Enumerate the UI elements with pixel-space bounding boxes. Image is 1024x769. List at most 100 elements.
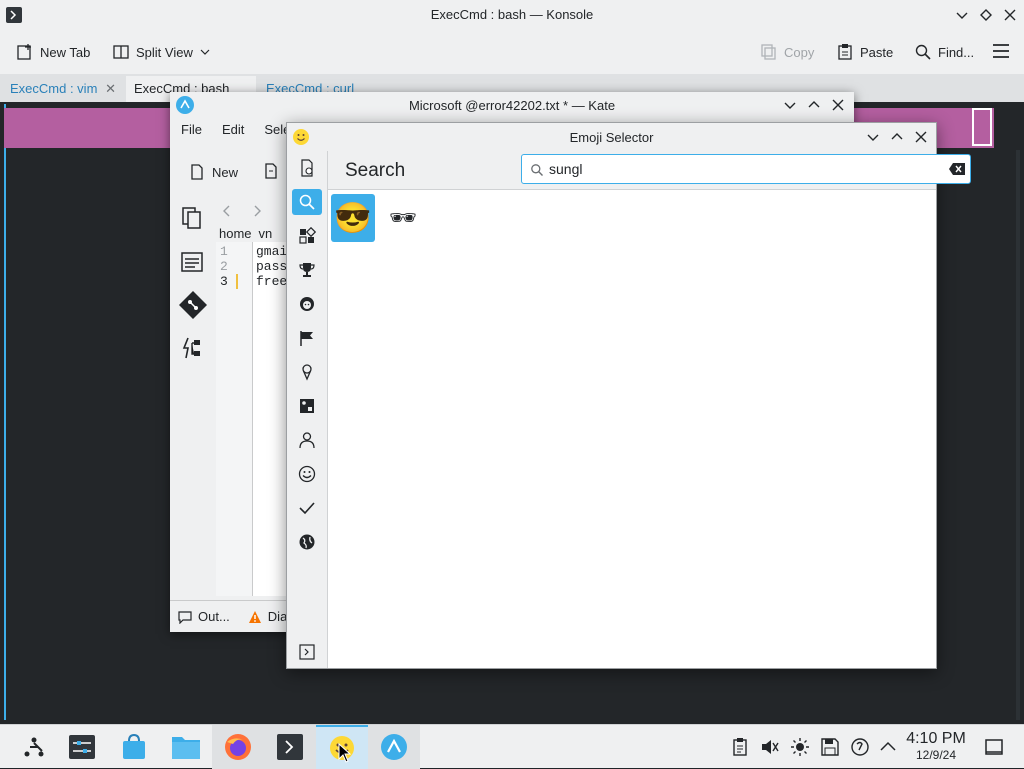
category-smileys[interactable]: [292, 461, 322, 487]
tab-vim[interactable]: ExecCmd : vim ✕: [2, 76, 124, 102]
diagnostics-tab[interactable]: Dia: [248, 603, 288, 631]
kate-sidebar: [170, 192, 216, 592]
emoji-result-sunglasses[interactable]: 🕶: [381, 194, 425, 242]
category-people[interactable]: [292, 427, 322, 453]
category-objects[interactable]: [292, 393, 322, 419]
menu-edit[interactable]: Edit: [222, 122, 244, 146]
brightness-icon[interactable]: [790, 737, 810, 757]
updates-icon[interactable]: [850, 737, 870, 757]
diagnostics-label: Dia: [267, 609, 288, 624]
category-travel[interactable]: [292, 529, 322, 555]
chevron-down-icon: [784, 102, 796, 109]
output-tab[interactable]: Out...: [178, 603, 230, 631]
output-label: Out...: [198, 609, 230, 624]
editor-line: pass: [256, 259, 288, 274]
category-symbols[interactable]: [292, 495, 322, 521]
close-tab-icon[interactable]: ✕: [105, 76, 116, 102]
forward-arrow-icon[interactable]: [250, 204, 264, 218]
firefox-button[interactable]: [212, 725, 264, 769]
application-launcher-button[interactable]: [8, 725, 60, 769]
konsole-window-title: ExecCmd : bash — Konsole: [430, 7, 594, 22]
category-activities[interactable]: [292, 257, 322, 283]
back-arrow-icon[interactable]: [220, 204, 234, 218]
emoji-maximize-button[interactable]: [889, 129, 905, 145]
kate-icon: [381, 734, 407, 760]
chevron-up-icon[interactable]: [878, 737, 898, 757]
emoji-search-header: Search sungl: [328, 151, 971, 190]
collapse-sidebar-button[interactable]: [292, 639, 322, 665]
copy-button[interactable]: Copy: [760, 38, 814, 66]
animal-icon: [300, 297, 314, 311]
new-tab-label: New Tab: [40, 44, 91, 60]
hamburger-menu-button[interactable]: [992, 42, 1010, 60]
konsole-taskbar-button[interactable]: [264, 725, 316, 769]
kate-taskbar-button[interactable]: [368, 725, 420, 769]
new-document-icon: [191, 164, 203, 180]
clipboard-icon[interactable]: [730, 737, 750, 757]
emoji-selector-taskbar-button[interactable]: [316, 725, 368, 769]
split-view-button[interactable]: Split View: [112, 38, 211, 66]
disk-icon[interactable]: [820, 737, 840, 757]
kate-maximize-button[interactable]: [806, 97, 822, 113]
clear-search-icon[interactable]: [948, 162, 966, 176]
git-icon[interactable]: [178, 290, 208, 320]
emoji-category-sidebar: [287, 151, 328, 668]
kate-minimize-button[interactable]: [782, 97, 798, 113]
folder-icon: [172, 737, 200, 759]
symbols-icon[interactable]: [180, 336, 204, 360]
category-search[interactable]: [292, 189, 322, 215]
search-icon: [531, 164, 543, 176]
emoji-minimize-button[interactable]: [865, 129, 881, 145]
category-food[interactable]: [292, 359, 322, 385]
menu-file[interactable]: File: [181, 122, 202, 146]
trophy-icon: [299, 263, 315, 277]
category-all[interactable]: [292, 223, 322, 249]
kate-open-button[interactable]: [262, 162, 280, 180]
emoji-search-input[interactable]: sungl: [521, 154, 971, 184]
terminal-scrollbar[interactable]: [1016, 150, 1020, 720]
kate-menubar: File Edit Sele: [170, 122, 290, 146]
new-tab-button[interactable]: New Tab: [16, 38, 90, 66]
breadcrumb-home[interactable]: home: [219, 226, 252, 241]
close-button[interactable]: [1002, 7, 1018, 23]
find-button[interactable]: Find...: [914, 38, 974, 66]
close-icon: [832, 99, 844, 111]
discover-button[interactable]: [108, 725, 160, 769]
maximize-button[interactable]: [978, 7, 994, 23]
line-number: 2: [220, 259, 228, 274]
split-view-label: Split View: [136, 44, 193, 60]
konsole-titlebar: ExecCmd : bash — Konsole: [0, 0, 1024, 30]
copy-icon: [761, 44, 776, 60]
clock-time: 4:10 PM: [906, 730, 966, 747]
breadcrumb-folder[interactable]: vn: [259, 226, 273, 241]
chevron-down-icon: [200, 49, 210, 55]
file-manager-button[interactable]: [160, 725, 212, 769]
emoji-selector-window: Emoji Selector Search sungl 😎 🕶: [286, 122, 971, 669]
show-desktop-icon[interactable]: [984, 737, 1004, 757]
emoji-results-grid: 😎 🕶: [328, 190, 936, 668]
projects-icon[interactable]: [180, 250, 204, 274]
emoji-result-sunglasses-face[interactable]: 😎: [331, 194, 375, 242]
kate-close-button[interactable]: [830, 97, 846, 113]
clock[interactable]: 4:10 PM 12/9/24: [902, 730, 970, 762]
person-icon: [299, 432, 315, 449]
category-flags[interactable]: [292, 325, 322, 351]
search-icon: [299, 194, 315, 210]
documents-icon[interactable]: [180, 206, 204, 230]
clock-date: 12/9/24: [915, 748, 957, 762]
line-number: 1: [220, 244, 228, 259]
volume-muted-icon[interactable]: [760, 737, 780, 757]
grid-icon: [299, 227, 316, 244]
flag-icon: [300, 331, 313, 346]
category-animals[interactable]: [292, 291, 322, 317]
objects-icon: [300, 399, 314, 413]
chevron-down-icon: [867, 134, 879, 141]
paste-button[interactable]: Paste: [836, 38, 893, 66]
kate-editor[interactable]: 1 gmai 2 pass 3 free: [216, 242, 288, 596]
copy-label: Copy: [784, 44, 815, 60]
emoji-close-button[interactable]: [913, 129, 929, 145]
minimize-button[interactable]: [954, 7, 970, 23]
category-recent[interactable]: [292, 155, 322, 181]
kate-new-button[interactable]: New: [188, 158, 238, 186]
system-settings-button[interactable]: [56, 725, 108, 769]
